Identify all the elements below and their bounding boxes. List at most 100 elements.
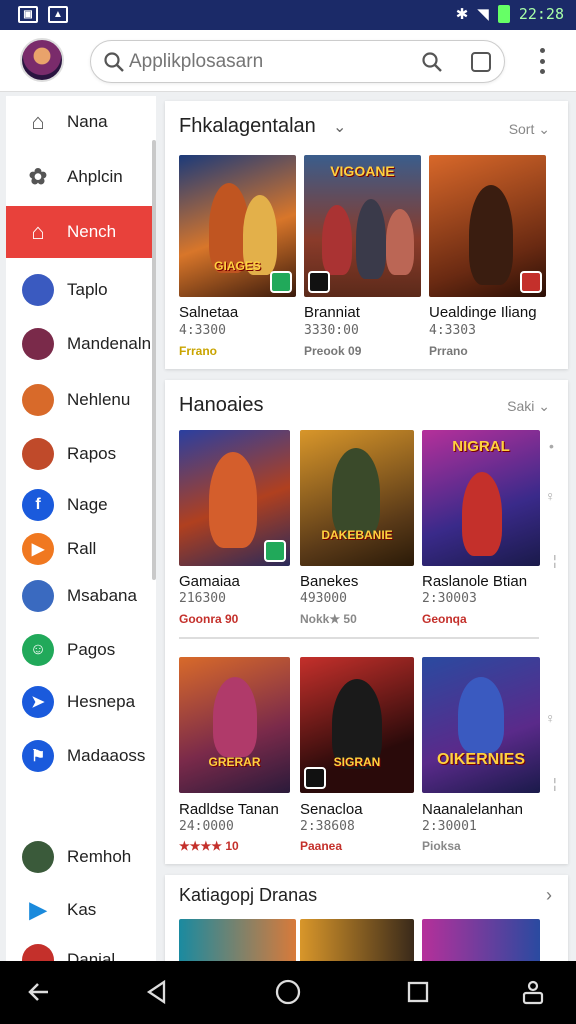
apps-icon: ✿ [28, 164, 48, 189]
game-meta: ★★★★ 10 [179, 839, 239, 853]
game-title[interactable]: Branniat [304, 304, 360, 321]
game-title[interactable]: Banekes [300, 573, 358, 590]
category-thumbnail[interactable] [300, 919, 414, 965]
back-arrow-icon[interactable] [24, 977, 54, 1007]
sidebar-item-label: Nench [67, 222, 117, 241]
game-stat: 493000 [300, 591, 347, 606]
game-thumbnail[interactable]: VIGOANE [304, 155, 421, 297]
sidebar-item-label: Pagos [67, 640, 116, 659]
send-icon: ➤ [22, 686, 54, 718]
status-bar: ▣ ▲ ✱ ◥ 22:28 [0, 0, 576, 30]
game-stat: 2:30003 [422, 591, 477, 606]
game-title[interactable]: Salnetaa [179, 304, 238, 321]
sidebar-item-nana[interactable]: ⌂ Nana [6, 96, 156, 148]
sidebar-item-remhoh[interactable]: Remhoh [6, 831, 156, 883]
game-thumbnail[interactable]: SIGRAN [300, 657, 414, 793]
game-thumbnail[interactable]: GRERAR [179, 657, 290, 793]
sidebar-item-pagos[interactable]: ☺ Pagos [6, 624, 156, 676]
search-bar[interactable] [90, 40, 505, 83]
chevron-right-icon[interactable]: › [546, 885, 552, 906]
home-icon: ⌂ [31, 219, 45, 244]
search-icon [104, 52, 124, 72]
category-thumbnail[interactable] [179, 919, 296, 965]
game-thumbnail[interactable] [429, 155, 546, 297]
sidebar-item-label: Madaaoss [67, 746, 146, 765]
game-thumbnail[interactable]: DAKEBANIE [300, 430, 414, 566]
chevron-down-icon[interactable]: ⌄ [333, 117, 346, 137]
account-icon[interactable] [518, 977, 548, 1007]
game-title[interactable]: Radldse Tanan [179, 801, 279, 818]
game-meta: Nokk★ 50 [300, 612, 357, 626]
sidebar-item-hesnepa[interactable]: ➤ Hesnepa [6, 676, 156, 728]
facebook-icon: f [22, 489, 54, 521]
sidebar-item-label: Msabana [67, 586, 137, 605]
game-stat: 2:30001 [422, 819, 477, 834]
section-featured: Fhkalagentalan ⌄ Sort ⌄ GIAGES VIGOANE S… [165, 101, 568, 369]
game-stat: 216300 [179, 591, 226, 606]
game-meta: Goonra 90 [179, 612, 239, 626]
flag-icon: ⚑ [22, 740, 54, 772]
game-title[interactable]: Senacloa [300, 801, 363, 818]
sidebar: ⌂ Nana ✿ Ahplcin ⌂ Nench Taplo Mandenaln Nehlenu… [6, 96, 156, 961]
sidebar-item-rapos[interactable]: Rapos [6, 428, 156, 480]
avatar-icon [22, 274, 54, 306]
sidebar-item-mandenaln[interactable]: Mandenaln [6, 318, 156, 370]
section-title: Fhkalagentalan [179, 115, 316, 137]
game-thumbnail[interactable]: OIKERNIES [422, 657, 540, 793]
bluetooth-icon: ✱ [455, 6, 469, 23]
sidebar-item-label: Rapos [67, 444, 117, 463]
sidebar-item-label: Hesnepa [67, 692, 136, 711]
sort-button[interactable]: Saki ⌄ [507, 398, 550, 415]
game-title[interactable]: Gamaiaa [179, 573, 240, 590]
battery-icon [497, 5, 510, 23]
filter-icon[interactable] [471, 52, 491, 72]
sidebar-item-label: Taplo [67, 280, 108, 299]
recents-square-icon[interactable] [403, 977, 433, 1007]
game-meta: Geonqa [422, 612, 467, 626]
back-triangle-icon[interactable] [142, 977, 172, 1007]
home-circle-icon[interactable] [273, 977, 303, 1007]
gallery-icon: ▣ [18, 6, 38, 23]
section-title: Hanoaies [179, 394, 264, 416]
sidebar-item-msabana[interactable]: Msabana [6, 570, 156, 622]
sidebar-item-nehlenu[interactable]: Nehlenu [6, 374, 156, 426]
sidebar-item-madaaoss[interactable]: ⚑ Madaaoss [6, 730, 156, 782]
sidebar-item-taplo[interactable]: Taplo [6, 264, 156, 316]
wifi-icon: ◥ [477, 6, 489, 23]
game-thumbnail[interactable] [179, 430, 290, 566]
more-menu-icon[interactable] [536, 48, 548, 74]
profile-avatar[interactable] [20, 38, 64, 82]
divider [179, 637, 539, 639]
mark-icon: ¦ [553, 775, 557, 791]
dot-icon: • [549, 438, 554, 454]
sidebar-item-nench[interactable]: ⌂ Nench [6, 206, 156, 258]
mark-icon: ¦ [553, 552, 557, 568]
category-thumbnail[interactable] [422, 919, 540, 965]
pin-icon: ♀ [545, 488, 556, 504]
home-outline-icon: ⌂ [31, 109, 45, 134]
sidebar-item-danial[interactable]: Danial [6, 934, 156, 961]
android-nav-bar [0, 961, 576, 1024]
game-thumbnail[interactable]: NIGRAL [422, 430, 540, 566]
avatar-icon [22, 841, 54, 873]
sidebar-item-ahplcin[interactable]: ✿ Ahplcin [6, 151, 156, 203]
sidebar-item-rall[interactable]: ▶ Rall [6, 523, 156, 575]
game-title[interactable]: Naanalelanhan [422, 801, 523, 818]
play-triangle-icon: ▶ [29, 897, 47, 922]
sidebar-item-kas[interactable]: ▶ Kas [6, 884, 156, 936]
search-input[interactable] [129, 49, 429, 75]
sidebar-scrollbar[interactable] [152, 140, 156, 580]
sidebar-item-label: Nehlenu [67, 390, 131, 409]
status-time: 22:28 [518, 5, 564, 23]
game-title[interactable]: Uealdinge Iliang [429, 304, 537, 321]
avatar-icon [22, 384, 54, 416]
game-meta: Paanea [300, 839, 343, 853]
game-meta: Pioksa [422, 839, 461, 853]
game-thumbnail[interactable]: GIAGES [179, 155, 296, 297]
game-title[interactable]: Raslanole Btian [422, 573, 527, 590]
search-submit-icon[interactable] [421, 51, 443, 73]
game-meta: Frrano [179, 344, 218, 358]
avatar-icon [22, 580, 54, 612]
sort-button[interactable]: Sort ⌄ [509, 121, 550, 138]
section-games: Hanoaies Saki ⌄ DAKEBANIE NIGRAL Gamaiaa… [165, 380, 568, 864]
